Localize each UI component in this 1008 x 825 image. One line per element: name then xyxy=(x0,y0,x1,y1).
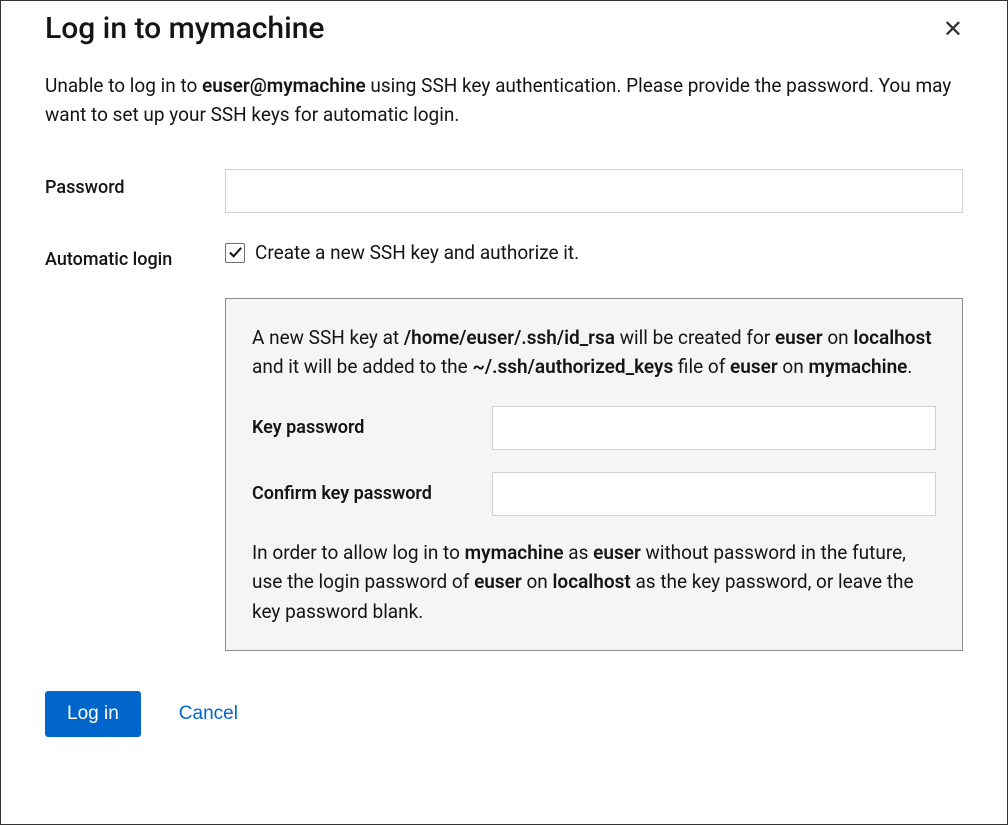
desc-user-host: euser@mymachine xyxy=(202,74,366,97)
automatic-login-label: Automatic login xyxy=(45,241,225,270)
dialog-title: Log in to mymachine xyxy=(45,11,324,46)
password-input[interactable] xyxy=(225,169,963,213)
checkmark-icon xyxy=(228,245,243,260)
ssh-key-info-panel: A new SSH key at /home/euser/.ssh/id_rsa… xyxy=(225,298,963,651)
ssh-key-info-text-1: A new SSH key at /home/euser/.ssh/id_rsa… xyxy=(252,323,936,382)
create-ssh-key-checkbox[interactable] xyxy=(225,243,245,263)
confirm-key-password-label: Confirm key password xyxy=(252,483,492,504)
cancel-button[interactable]: Cancel xyxy=(179,703,238,725)
dialog-description: Unable to log in to euser@mymachine usin… xyxy=(45,72,963,129)
close-icon[interactable]: ✕ xyxy=(943,11,963,41)
password-label: Password xyxy=(45,169,225,198)
login-button[interactable]: Log in xyxy=(45,691,141,737)
key-password-label: Key password xyxy=(252,417,492,438)
desc-pre: Unable to log in to xyxy=(45,74,202,97)
ssh-key-info-text-2: In order to allow log in to mymachine as… xyxy=(252,538,936,626)
create-ssh-key-checkbox-label[interactable]: Create a new SSH key and authorize it. xyxy=(255,241,579,264)
key-password-input[interactable] xyxy=(492,406,936,450)
confirm-key-password-input[interactable] xyxy=(492,472,936,516)
